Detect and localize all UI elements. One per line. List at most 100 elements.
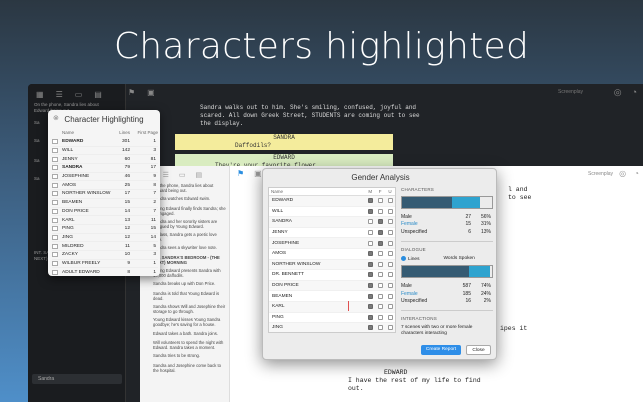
stack-icon[interactable]: ▤ bbox=[94, 90, 102, 99]
character-row[interactable]: WILBUR FREELY 9 1 bbox=[52, 260, 158, 269]
gender-row[interactable]: AMOS bbox=[269, 249, 395, 260]
gender-checkbox-u[interactable] bbox=[387, 240, 393, 246]
scene-card[interactable]: On the phone, Sandra lies about Edward b… bbox=[153, 183, 227, 193]
gender-checkbox-u[interactable] bbox=[387, 208, 393, 214]
highlight-checkbox[interactable] bbox=[52, 269, 58, 275]
gender-checkbox-u[interactable] bbox=[387, 272, 393, 278]
character-row[interactable]: ZACKY 10 3 bbox=[52, 251, 158, 260]
clock-icon[interactable]: ◔ bbox=[632, 87, 637, 98]
scene-card[interactable]: Young Edward finally finds Sandra; she i… bbox=[153, 206, 227, 216]
character-row[interactable]: PING 12 15 bbox=[52, 225, 158, 234]
scene-card[interactable]: In class, Sandra gets a poetic love note… bbox=[153, 232, 227, 242]
dark-search-field[interactable]: Sandra bbox=[32, 374, 122, 384]
gender-checkbox-u[interactable] bbox=[387, 304, 393, 310]
character-row[interactable]: EDWARD 301 1 bbox=[52, 138, 158, 147]
highlight-checkbox[interactable] bbox=[52, 217, 58, 223]
list-icon[interactable]: ☰ bbox=[163, 171, 169, 179]
folder-icon[interactable]: ▭ bbox=[179, 171, 186, 179]
character-row[interactable]: ADULT EDWARD 8 1 bbox=[52, 268, 158, 276]
gender-checkbox-m[interactable] bbox=[368, 261, 374, 267]
character-row[interactable]: SANDRA 79 17 bbox=[52, 164, 158, 173]
target-icon[interactable]: ◎ bbox=[619, 169, 626, 178]
column-name[interactable]: Name bbox=[62, 130, 112, 135]
character-row[interactable]: BEAMEN 15 2 bbox=[52, 199, 158, 208]
gender-row[interactable]: KARL bbox=[269, 301, 395, 313]
highlight-checkbox[interactable] bbox=[52, 148, 58, 154]
list-icon[interactable]: ☰ bbox=[56, 90, 63, 99]
gender-checkbox-u[interactable] bbox=[387, 293, 393, 299]
gender-row[interactable]: JOSEPHINE bbox=[269, 238, 395, 249]
scene-card[interactable]: Sandra is told that Young Edward is dead… bbox=[153, 291, 227, 301]
gender-checkbox-m[interactable] bbox=[368, 230, 374, 236]
clock-icon[interactable]: ◔ bbox=[634, 169, 639, 178]
scene-card[interactable]: Sandra shows Will and Josephine their st… bbox=[153, 304, 227, 314]
close-button[interactable]: Close bbox=[466, 345, 491, 355]
stack-icon[interactable]: ▤ bbox=[196, 171, 203, 179]
folder-icon[interactable]: ▭ bbox=[75, 90, 83, 99]
gender-checkbox-m[interactable] bbox=[368, 325, 374, 331]
highlight-checkbox[interactable] bbox=[52, 208, 58, 214]
dark-screenplay-label[interactable]: Screenplay bbox=[558, 89, 583, 95]
highlight-checkbox[interactable] bbox=[52, 156, 58, 162]
gender-checkbox-m[interactable] bbox=[368, 198, 374, 204]
scene-card[interactable]: INT. SANDRA'S BEDROOM - (THE NEXT) MORNI… bbox=[153, 255, 227, 265]
highlight-checkbox[interactable] bbox=[52, 139, 58, 145]
gender-checkbox-f[interactable] bbox=[377, 198, 383, 204]
target-icon[interactable]: ◎ bbox=[614, 87, 622, 98]
gender-checkbox-f[interactable] bbox=[377, 272, 383, 278]
screenplay-label[interactable]: Screenplay bbox=[588, 171, 613, 177]
words-radio[interactable]: Words Spoken bbox=[443, 256, 474, 261]
format-icon[interactable]: ▣ bbox=[254, 169, 262, 178]
highlight-checkbox[interactable] bbox=[52, 200, 58, 206]
gender-checkbox-f[interactable] bbox=[377, 240, 383, 246]
gender-checkbox-f[interactable] bbox=[377, 208, 383, 214]
gender-checkbox-u[interactable] bbox=[387, 325, 393, 331]
highlight-checkbox[interactable] bbox=[52, 191, 58, 197]
gender-row[interactable]: JENNY bbox=[269, 228, 395, 239]
scene-card[interactable]: Sandra and Josephine come back to the ho… bbox=[153, 363, 227, 373]
highlight-checkbox[interactable] bbox=[52, 260, 58, 266]
column-unspecified[interactable]: U bbox=[385, 189, 395, 194]
lines-radio[interactable]: Lines bbox=[401, 255, 419, 261]
gender-checkbox-u[interactable] bbox=[387, 283, 393, 289]
character-icon[interactable]: ⚑ bbox=[128, 88, 135, 97]
gender-row[interactable]: JING bbox=[269, 323, 395, 332]
character-row[interactable]: JENNY 60 81 bbox=[52, 155, 158, 165]
gender-row[interactable]: DR. BENNETT bbox=[269, 270, 395, 281]
gender-row[interactable]: DON PRICE bbox=[269, 280, 395, 292]
scene-card[interactable]: Will volunteers to spend the night with … bbox=[153, 340, 227, 350]
gender-checkbox-f[interactable] bbox=[377, 261, 383, 267]
gender-row[interactable]: NORTHER WINSLOW bbox=[269, 259, 395, 271]
gender-checkbox-f[interactable] bbox=[377, 230, 383, 236]
gender-checkbox-f[interactable] bbox=[377, 314, 383, 320]
format-icon[interactable]: ▣ bbox=[147, 88, 155, 97]
gender-checkbox-u[interactable] bbox=[387, 198, 393, 204]
gender-checkbox-m[interactable] bbox=[368, 251, 374, 257]
column-name[interactable]: Name bbox=[271, 189, 365, 194]
gender-checkbox-f[interactable] bbox=[377, 283, 383, 289]
grid-icon[interactable]: ▦ bbox=[36, 90, 44, 99]
character-row[interactable]: AMOS 25 8 bbox=[52, 181, 158, 191]
create-report-button[interactable]: Create Report bbox=[421, 345, 461, 355]
gender-checkbox-f[interactable] bbox=[377, 304, 383, 310]
gender-checkbox-m[interactable] bbox=[368, 272, 374, 278]
gender-row[interactable]: PING bbox=[269, 313, 395, 324]
highlight-checkbox[interactable] bbox=[52, 234, 58, 240]
scene-card[interactable]: Young Edward kisses Young Sandra goodbye… bbox=[153, 317, 227, 327]
gender-row[interactable]: BEAMEN bbox=[269, 291, 395, 302]
gender-checkbox-m[interactable] bbox=[368, 283, 374, 289]
column-lines[interactable]: Lines bbox=[112, 130, 134, 135]
character-row[interactable]: WILL 142 3 bbox=[52, 147, 158, 156]
scene-card[interactable]: Edward takes a bath. Sandra joins. bbox=[153, 331, 227, 336]
character-row[interactable]: DON PRICE 14 7 bbox=[52, 208, 158, 217]
scene-card[interactable]: Sandra sees a skywriter love note. bbox=[153, 245, 227, 250]
column-male[interactable]: M bbox=[365, 189, 375, 194]
gender-checkbox-m[interactable] bbox=[368, 240, 374, 246]
gender-checkbox-u[interactable] bbox=[387, 314, 393, 320]
column-first-page[interactable]: First Page bbox=[134, 130, 158, 135]
gender-checkbox-m[interactable] bbox=[368, 314, 374, 320]
gender-row[interactable]: EDWARD bbox=[269, 196, 395, 207]
scene-card[interactable]: Young Edward presents Sandra with 10,000… bbox=[153, 268, 227, 278]
gender-checkbox-f[interactable] bbox=[377, 293, 383, 299]
character-icon[interactable]: ⚑ bbox=[237, 169, 244, 178]
